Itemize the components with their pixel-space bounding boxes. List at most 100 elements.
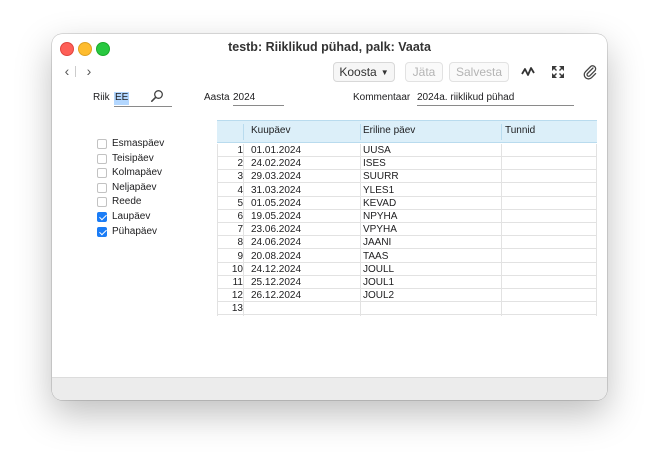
weekday-label: Teisipäev: [112, 152, 154, 164]
header-divider: [501, 124, 502, 140]
forward-icon[interactable]: ›: [82, 64, 96, 78]
title-bar: testb: Riiklikud pühad, palk: Vaata: [52, 34, 607, 60]
weekday-label: Pühapäev: [112, 225, 158, 237]
toolbar: ‹ › Koosta ▼ Jäta Salvesta: [52, 60, 607, 84]
header-divider: [243, 124, 244, 140]
date-cell[interactable]: 26.12.2024: [251, 290, 301, 301]
chevron-down-icon: ▼: [380, 68, 389, 77]
holiday-code-cell[interactable]: SUURR: [363, 171, 399, 182]
nav-divider: [75, 66, 76, 77]
table-row[interactable]: 4 31.03.2024 YLES1: [217, 184, 597, 197]
riik-label: Riik: [93, 92, 110, 103]
koosta-label: Koosta: [339, 65, 377, 79]
holiday-code-cell[interactable]: JAANI: [363, 237, 391, 248]
column-divider: [243, 144, 244, 316]
row-number: 4: [237, 184, 243, 196]
weekday-checkbox[interactable]: [97, 139, 107, 149]
aasta-label: Aasta: [204, 92, 230, 103]
weekday-checkbox[interactable]: [97, 197, 107, 208]
holiday-code-cell[interactable]: JOULL: [363, 264, 394, 275]
table-row[interactable]: 12 26.12.2024 JOUL2: [217, 289, 597, 303]
grid-header: Kuupäev Eriline päev Tunnid: [217, 120, 597, 143]
row-number: 11: [232, 277, 243, 288]
table-row[interactable]: 10 24.12.2024 JOULL: [217, 263, 597, 276]
kommentaar-field[interactable]: 2024a. riiklikud pühad: [417, 92, 574, 106]
column-header-eriline-paev[interactable]: Eriline päev: [363, 125, 415, 136]
kommentaar-label: Kommentaar: [353, 92, 411, 103]
status-bar: [52, 377, 607, 400]
salvesta-label: Salvesta: [455, 65, 503, 79]
holiday-code-cell[interactable]: NPYHA: [363, 211, 397, 222]
holiday-code-cell[interactable]: JOUL2: [363, 290, 394, 301]
table-row[interactable]: 2 24.02.2024 ISES: [217, 157, 597, 171]
back-icon[interactable]: ‹: [60, 64, 74, 78]
date-cell[interactable]: 25.12.2024: [251, 277, 301, 288]
holiday-code-cell[interactable]: VPYHA: [363, 224, 397, 235]
date-cell[interactable]: 24.12.2024: [251, 264, 301, 275]
date-cell[interactable]: 01.05.2024: [251, 198, 301, 209]
weekday-checkbox[interactable]: [97, 182, 107, 193]
riik-underline: [114, 106, 172, 107]
column-divider: [217, 144, 218, 316]
holiday-code-cell[interactable]: KEVAD: [363, 198, 396, 209]
riik-field[interactable]: EE: [114, 92, 130, 105]
aasta-field[interactable]: 2024: [233, 92, 284, 106]
date-cell[interactable]: 20.08.2024: [251, 251, 301, 262]
row-number: 12: [231, 290, 243, 302]
table-row[interactable]: 7 23.06.2024 VPYHA: [217, 223, 597, 237]
paperclip-icon[interactable]: [582, 64, 598, 80]
holiday-code-cell[interactable]: TAAS: [363, 251, 388, 262]
row-number: 3: [237, 171, 243, 183]
holiday-code-cell[interactable]: YLES1: [363, 185, 394, 196]
date-cell[interactable]: 19.05.2024: [251, 211, 301, 222]
table-row[interactable]: 5 01.05.2024 KEVAD: [217, 197, 597, 210]
row-number: 10: [231, 263, 243, 275]
date-cell[interactable]: 29.03.2024: [251, 171, 301, 182]
weekday-checkbox[interactable]: [97, 226, 107, 237]
weekday-checkbox[interactable]: [97, 212, 107, 222]
column-header-tunnid[interactable]: Tunnid: [505, 125, 535, 136]
row-number: 1: [237, 145, 243, 156]
weekday-checkbox[interactable]: [97, 153, 107, 164]
table-row[interactable]: 8 24.06.2024 JAANI: [217, 236, 597, 250]
row-number: 9: [237, 250, 243, 262]
holiday-code-cell[interactable]: ISES: [363, 158, 386, 169]
table-row[interactable]: 1 01.01.2024 UUSA: [217, 144, 597, 157]
row-number: 2: [237, 158, 243, 170]
search-icon[interactable]: [150, 89, 164, 103]
table-row[interactable]: 3 29.03.2024 SUURR: [217, 170, 597, 184]
jata-label: Jäta: [412, 65, 436, 79]
salvesta-button[interactable]: Salvesta: [449, 62, 509, 82]
main-window: testb: Riiklikud pühad, palk: Vaata ‹ › …: [52, 34, 607, 400]
koosta-button[interactable]: Koosta ▼: [333, 62, 395, 82]
weekday-checkbox[interactable]: [97, 168, 107, 179]
row-number: 6: [237, 211, 243, 222]
table-row[interactable]: 6 19.05.2024 NPYHA: [217, 210, 597, 223]
window-title: testb: Riiklikud pühad, palk: Vaata: [228, 40, 431, 54]
row-number: 7: [237, 224, 243, 236]
weekday-label: Reede: [112, 196, 142, 208]
activity-icon[interactable]: [520, 64, 536, 80]
column-divider: [360, 144, 361, 316]
date-cell[interactable]: 24.02.2024: [251, 158, 301, 169]
date-cell[interactable]: 23.06.2024: [251, 224, 301, 235]
table-row[interactable]: 11 25.12.2024 JOUL1: [217, 276, 597, 289]
row-number: 8: [237, 237, 243, 249]
weekday-label: Kolmapäev: [112, 167, 163, 179]
date-cell[interactable]: 24.06.2024: [251, 237, 301, 248]
date-cell[interactable]: 31.03.2024: [251, 185, 301, 196]
date-cell[interactable]: 01.01.2024: [251, 145, 301, 156]
weekday-label: Laupäev: [112, 211, 151, 222]
holiday-code-cell[interactable]: JOUL1: [363, 277, 394, 288]
weekday-label: Neljapäev: [112, 181, 157, 193]
column-divider: [501, 144, 502, 316]
jata-button[interactable]: Jäta: [405, 62, 443, 82]
header-divider: [360, 124, 361, 140]
table-row[interactable]: 13: [217, 302, 597, 316]
row-number: 5: [237, 197, 243, 209]
expand-icon[interactable]: [550, 64, 566, 80]
column-header-kuupaev[interactable]: Kuupäev: [251, 125, 290, 136]
weekday-label: Esmaspäev: [112, 138, 165, 149]
holiday-code-cell[interactable]: UUSA: [363, 145, 391, 156]
table-row[interactable]: 9 20.08.2024 TAAS: [217, 250, 597, 263]
